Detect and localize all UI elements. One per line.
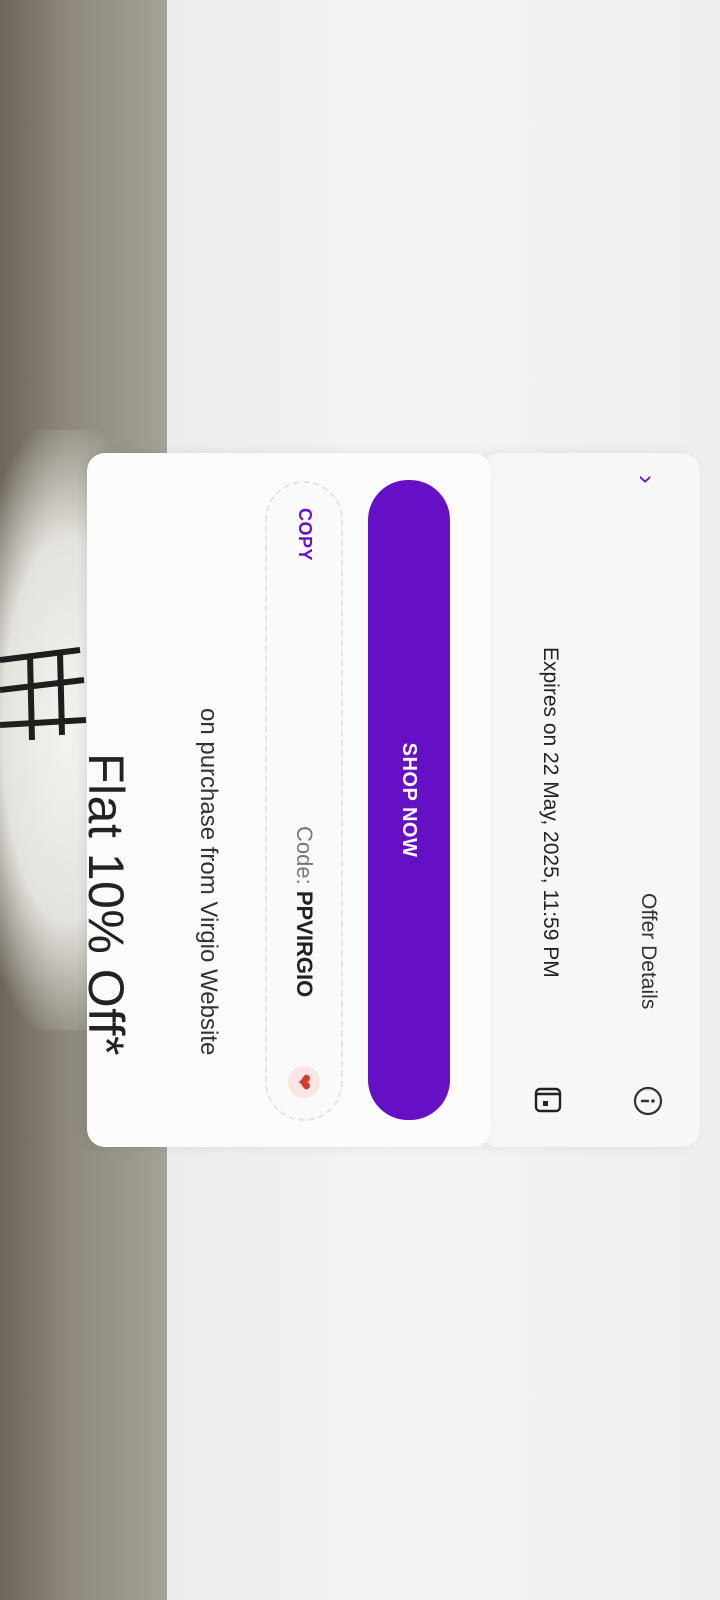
offer-details-card bbox=[480, 453, 700, 1147]
calendar-icon bbox=[526, 1078, 570, 1122]
expiry-date: Expires on 22 May, 2025, 11:59 PM bbox=[539, 647, 562, 978]
page: Flat 10% Off* on purchase from Virgio We… bbox=[0, 0, 720, 1600]
shop-now-label: SHOP NOW bbox=[398, 742, 421, 858]
info-icon bbox=[630, 1083, 666, 1119]
copy-button[interactable]: COPY bbox=[294, 508, 315, 561]
coupon-code-pill bbox=[265, 481, 343, 1121]
coupon-code: Code: PPVIRGIO bbox=[291, 826, 317, 997]
offer-details-link[interactable]: Offer Details bbox=[636, 893, 660, 1009]
coupon-code-value: PPVIRGIO bbox=[292, 890, 317, 998]
coupon-code-label: Code: bbox=[292, 826, 317, 891]
offer-amount: Flat 10% Off* bbox=[78, 753, 134, 1056]
heart-icon: ❤ bbox=[288, 1066, 320, 1098]
offer-subtitle: on purchase from Virgio Website bbox=[195, 708, 222, 1056]
shop-now-button[interactable]: SHOP NOW bbox=[368, 480, 450, 1120]
chevron-right-icon[interactable]: › bbox=[631, 475, 662, 484]
offer-view: Flat 10% Off* on purchase from Virgio We… bbox=[0, 0, 720, 1600]
